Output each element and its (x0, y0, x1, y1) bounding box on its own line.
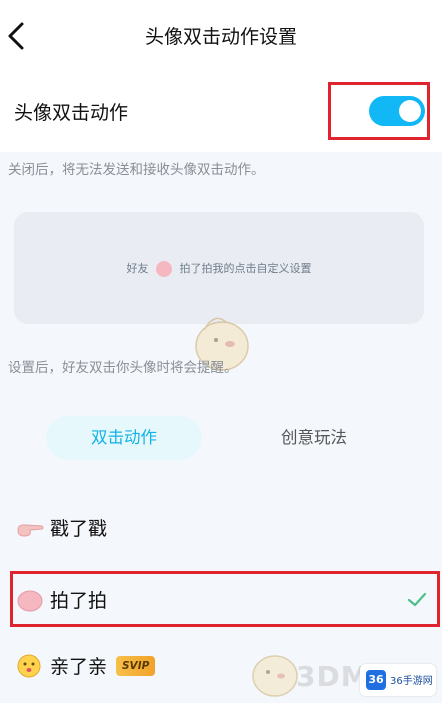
checkmark-icon (407, 592, 427, 607)
tab-bar: 双击动作 创意玩法 (0, 408, 442, 464)
double-click-toggle[interactable] (369, 96, 425, 126)
action-label: 戳了戳 (50, 518, 108, 540)
page-title: 头像双击动作设置 (144, 26, 297, 48)
toggle-label: 头像双击动作 (14, 102, 129, 124)
action-label: 亲了亲 (50, 656, 108, 678)
pat-hand-icon (17, 590, 43, 612)
action-item-poke[interactable]: 戳了戳 (0, 498, 442, 558)
action-label: 拍了拍 (50, 590, 108, 612)
preview-line: 好友 拍了拍我的点击自定义设置 (14, 260, 424, 277)
action-item-pat[interactable]: 拍了拍 (0, 570, 442, 630)
poke-finger-icon (17, 524, 44, 537)
mascot-watermark-icon (252, 655, 298, 697)
brand-name: 36手游网 (390, 676, 433, 687)
site-watermark: 3DM (296, 660, 370, 693)
preview-text: 拍了拍我的点击自定义设置 (179, 262, 312, 275)
set-description: 设置后，好友双击你头像时将会提醒。 (8, 360, 238, 376)
top-bar: 头像双击动作设置 (0, 0, 442, 72)
tab-double-click-actions[interactable]: 双击动作 (46, 416, 202, 460)
tab-creative-play[interactable]: 创意玩法 (258, 416, 370, 460)
brand-mark: 36 (366, 670, 386, 690)
toggle-knob (399, 100, 421, 122)
toggle-description: 关闭后，将无法发送和接收头像双击动作。 (8, 162, 265, 178)
preview-prefix: 好友 (126, 262, 149, 275)
pat-hand-icon (156, 261, 172, 277)
svip-badge: SVIP (116, 656, 156, 676)
kiss-face-icon (17, 654, 41, 678)
brand-logo: 36 36手游网 (360, 664, 436, 696)
